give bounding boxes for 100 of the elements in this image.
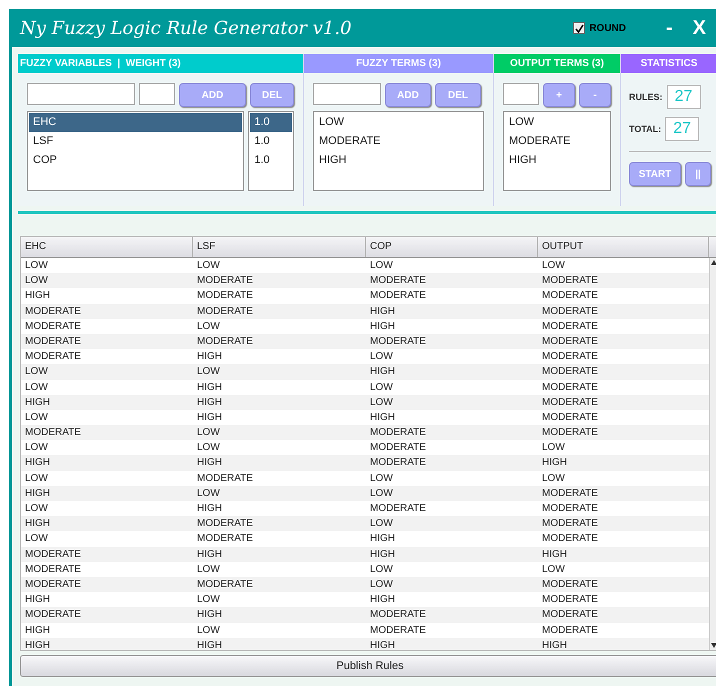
table-cell-text: MODERATE [24,562,82,577]
table-cell-text: HIGH [196,608,223,622]
table-cell-text: MODERATE [196,334,254,349]
list-item[interactable]: HIGH [505,151,609,170]
section-header: STATISTICS [621,54,716,73]
table-cell-text: LOW [369,259,394,273]
list-item[interactable]: HIGH [315,151,482,170]
table-cell-text: LOW [196,259,221,273]
column-header[interactable]: COP [366,237,538,257]
list-item[interactable]: LSF [29,132,242,151]
table-cell-text: MODERATE [541,289,599,304]
section-header: FUZZY VARIABLES | WEIGHT (3) [18,54,303,73]
publish-button[interactable]: Publish Rules [20,655,716,677]
table-cell-text: MODERATE [196,578,254,592]
table-cell-text: LOW [369,472,394,486]
table-cell-text: MODERATE [541,593,599,608]
table-cell-text: LOW [196,365,221,380]
list-item[interactable]: MODERATE [505,132,609,151]
list-item[interactable]: LOW [505,113,609,132]
table-cell-text: HIGH [541,638,568,650]
table-cell-text: HIGH [369,320,396,334]
table-cell-text: MODERATE [196,472,254,486]
table-cell-text: LOW [196,562,221,577]
total-count: 27 [665,117,700,141]
table-cell-text: LOW [24,441,49,456]
table-cell-text: LOW [369,578,394,592]
scroll-up-icon[interactable] [710,258,716,268]
table-cell-text: LOW [541,562,566,577]
table-cell-text: MODERATE [541,532,599,546]
table-cell-text: HIGH [196,396,223,410]
table-cell-text: LOW [369,486,394,501]
table-cell-text: HIGH [369,532,396,546]
list-item[interactable]: LOW [315,113,482,132]
input-field[interactable] [503,83,539,105]
table-cell-text: LOW [541,441,566,456]
table-cell-text: MODERATE [196,274,254,288]
table-cell-text: MODERATE [541,274,599,288]
round-checkbox[interactable] [573,22,586,34]
table-cell-text: MODERATE [541,426,599,440]
window-title: Ny Fuzzy Logic Rule Generator v1.0 [20,18,353,38]
table-cell-text: MODERATE [369,456,427,470]
table-cell-text: LOW [24,472,49,486]
list-item[interactable]: 1.0 [250,113,292,132]
table-cell-text: MODERATE [541,486,599,501]
table-cell-text: MODERATE [24,578,82,592]
table-cell-text: MODERATE [24,426,82,440]
table-cell-text: MODERATE [196,289,254,304]
list-item[interactable]: MODERATE [315,132,482,151]
column-header[interactable]: OUTPUT [538,237,709,257]
table-cell-text: MODERATE [541,502,599,516]
table-cell-text: LOW [24,410,49,425]
table-cell-text: HIGH [369,638,396,650]
list-item[interactable]: 1.0 [250,132,292,151]
input-field[interactable] [313,83,381,105]
column-header[interactable]: LSF [193,237,366,257]
list-item[interactable]: EHC [29,113,242,132]
column-header[interactable]: EHC [21,237,193,257]
table-cell-text: HIGH [196,350,223,364]
table-cell-text: HIGH [196,548,223,562]
input-field[interactable] [27,83,135,105]
table-cell-text: LOW [24,380,49,394]
table-cell-text: LOW [369,517,394,532]
table-cell-text: LOW [196,441,221,456]
table-cell-text: MODERATE [369,426,427,440]
section-header: OUTPUT TERMS (3) [494,54,620,73]
table-cell-text: MODERATE [541,365,599,380]
table-cell-text: HIGH [196,456,223,470]
total-label: TOTAL: [629,124,662,134]
table-cell-text: HIGH [369,410,396,425]
table-cell-text: LOW [196,426,221,440]
table-cell-text: MODERATE [369,289,427,304]
table-cell-text: HIGH [369,593,396,608]
table-cell-text: LOW [24,532,49,546]
scrollbar[interactable] [709,258,716,650]
table-cell-text: HIGH [24,624,51,638]
table-cell-text: MODERATE [541,624,599,638]
table-cell-text: LOW [196,593,221,608]
table-cell-text: HIGH [24,517,51,532]
table-cell-text: MODERATE [196,532,254,546]
table-cell-text: LOW [369,396,394,410]
input-field[interactable] [139,83,175,105]
table-cell-text: LOW [24,502,49,516]
table-cell-text: LOW [24,259,49,273]
list-item[interactable]: COP [29,151,242,170]
table-cell-text: HIGH [541,548,568,562]
table-cell-text: HIGH [196,638,223,650]
table-cell-text: HIGH [196,502,223,516]
table-cell-text: MODERATE [541,410,599,425]
table-cell-text: HIGH [24,396,51,410]
section-header: FUZZY TERMS (3) [304,54,493,73]
table-cell-text: MODERATE [541,380,599,394]
table-cell-text: MODERATE [24,320,82,334]
table-cell-text: LOW [541,259,566,273]
table-cell-text: HIGH [24,593,51,608]
table-cell-text: HIGH [24,638,51,650]
table-cell-text: MODERATE [541,578,599,592]
table-cell-text: MODERATE [24,548,82,562]
table-cell-text: HIGH [196,380,223,394]
list-item[interactable]: 1.0 [250,151,292,170]
table-cell-text: HIGH [369,304,396,319]
